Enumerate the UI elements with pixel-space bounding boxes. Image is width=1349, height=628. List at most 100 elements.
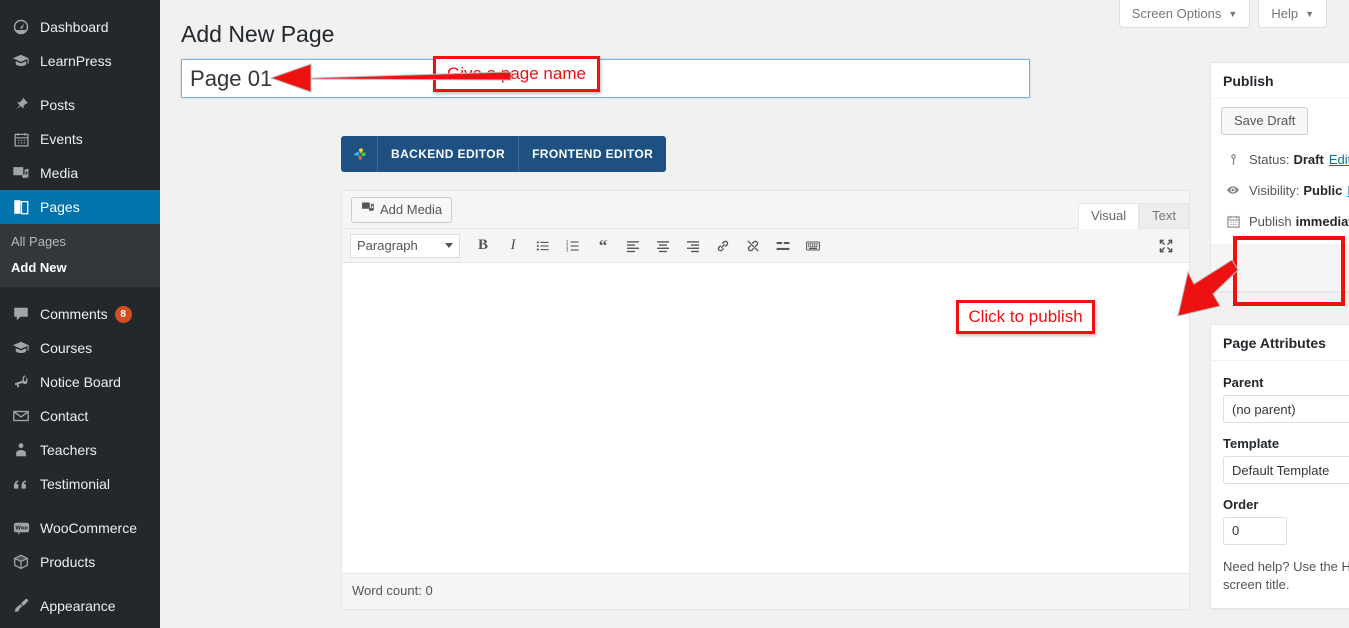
- editor-mode-tabs: Visual Text: [1078, 203, 1189, 229]
- order-input[interactable]: 0: [1223, 517, 1287, 545]
- sidebar-item-media[interactable]: Media: [0, 156, 160, 190]
- sidebar-item-posts[interactable]: Posts: [0, 88, 160, 122]
- calendar-icon: [1223, 212, 1243, 230]
- sidebar-item-label: Comments: [40, 297, 108, 331]
- italic-label: I: [511, 237, 516, 254]
- page-title: Add New Page: [181, 20, 334, 49]
- align-left-icon[interactable]: [618, 233, 648, 259]
- paragraph-format-select[interactable]: Paragraph: [350, 234, 460, 258]
- calendar-icon: [11, 129, 31, 149]
- sidebar-item-label: WooCommerce: [40, 511, 137, 545]
- add-media-button[interactable]: Add Media: [351, 197, 452, 223]
- admin-sidebar: Dashboard LearnPress Posts Events: [0, 0, 160, 628]
- tab-visual[interactable]: Visual: [1078, 203, 1139, 229]
- frontend-editor-tab[interactable]: FRONTEND EDITOR: [518, 136, 666, 172]
- toolbar-toggle-icon[interactable]: [798, 233, 828, 259]
- sidebar-item-label: Media: [40, 156, 78, 190]
- blockquote-icon[interactable]: “: [588, 233, 618, 259]
- sidebar-item-notice-board[interactable]: Notice Board: [0, 365, 160, 399]
- brush-icon: [11, 596, 31, 616]
- submenu-item-add-new[interactable]: Add New: [0, 255, 160, 281]
- align-center-icon[interactable]: [648, 233, 678, 259]
- sidebar-item-pages[interactable]: Pages: [0, 190, 160, 224]
- page-attributes-help: Need help? Use the Help tab above the sc…: [1223, 558, 1349, 594]
- save-draft-label: Save Draft: [1234, 113, 1295, 128]
- vc-editor-switcher: BACKEND EDITOR FRONTEND EDITOR: [341, 136, 666, 172]
- post-schedule-row: Publish immediately Edit: [1221, 205, 1349, 236]
- help-button[interactable]: Help ▼: [1258, 0, 1327, 28]
- sidebar-item-label: Events: [40, 122, 83, 156]
- chevron-down-icon: ▼: [1228, 0, 1237, 28]
- sidebar-item-products[interactable]: Products: [0, 545, 160, 579]
- status-label: Status:: [1249, 152, 1289, 167]
- sidebar-item-contact[interactable]: Contact: [0, 399, 160, 433]
- numbered-list-icon[interactable]: 123: [558, 233, 588, 259]
- sidebar-item-label: Posts: [40, 88, 75, 122]
- pages-icon: [11, 197, 31, 217]
- distraction-free-icon[interactable]: [1153, 233, 1179, 259]
- parent-label: Parent: [1223, 375, 1349, 390]
- link-icon[interactable]: [708, 233, 738, 259]
- page-attributes-body: Parent (no parent) Template Default Temp…: [1211, 361, 1349, 608]
- wpbakery-logo-icon: [341, 136, 378, 172]
- sidebar-item-dashboard[interactable]: Dashboard: [0, 10, 160, 44]
- align-right-icon[interactable]: [678, 233, 708, 259]
- graduation-cap-icon: [11, 338, 31, 358]
- annotation-arrow-title: [265, 56, 515, 100]
- unlink-icon[interactable]: [738, 233, 768, 259]
- sidebar-item-woocommerce[interactable]: Woo WooCommerce: [0, 511, 160, 545]
- bold-icon[interactable]: B: [468, 233, 498, 259]
- sidebar-item-label: LearnPress: [40, 44, 112, 78]
- megaphone-icon: [11, 372, 31, 392]
- backend-editor-label: BACKEND EDITOR: [391, 147, 505, 161]
- frontend-editor-label: FRONTEND EDITOR: [532, 147, 653, 161]
- tab-text-label: Text: [1152, 208, 1176, 223]
- submenu-item-all-pages[interactable]: All Pages: [0, 229, 160, 255]
- template-select[interactable]: Default Template: [1223, 456, 1349, 484]
- bulleted-list-icon[interactable]: [528, 233, 558, 259]
- edit-status-link[interactable]: Edit: [1329, 152, 1349, 167]
- parent-select[interactable]: (no parent): [1223, 395, 1349, 423]
- sidebar-separator: [0, 287, 160, 297]
- schedule-label: Publish: [1249, 214, 1292, 229]
- graduation-cap-icon: [11, 51, 31, 71]
- sidebar-item-label: Contact: [40, 399, 88, 433]
- tab-visual-label: Visual: [1091, 208, 1126, 223]
- screen-options-label: Screen Options: [1132, 0, 1222, 28]
- backend-editor-tab[interactable]: BACKEND EDITOR: [378, 136, 518, 172]
- pin-marker-icon: [1223, 150, 1243, 168]
- schedule-value: immediately: [1296, 214, 1349, 229]
- user-icon: [11, 440, 31, 460]
- wordpress-admin-screen: Dashboard LearnPress Posts Events: [0, 0, 1349, 628]
- parent-value: (no parent): [1232, 402, 1296, 417]
- sidebar-item-events[interactable]: Events: [0, 122, 160, 156]
- sidebar-item-testimonial[interactable]: Testimonial: [0, 467, 160, 501]
- post-visibility-row: Visibility: Public Edit: [1221, 174, 1349, 205]
- sidebar-item-label: Testimonial: [40, 467, 110, 501]
- sidebar-item-appearance[interactable]: Appearance: [0, 589, 160, 623]
- quote-icon: [11, 474, 31, 494]
- tab-text[interactable]: Text: [1139, 203, 1189, 229]
- page-attributes-header: Page Attributes: [1211, 325, 1349, 361]
- paragraph-format-value: Paragraph: [357, 238, 418, 253]
- dashboard-icon: [11, 17, 31, 37]
- sidebar-item-label: Products: [40, 545, 95, 579]
- screen-options-button[interactable]: Screen Options ▼: [1119, 0, 1251, 28]
- add-media-label: Add Media: [380, 198, 442, 222]
- annotation-callout-publish-text: Click to publish: [968, 307, 1082, 327]
- sidebar-item-teachers[interactable]: Teachers: [0, 433, 160, 467]
- sidebar-item-courses[interactable]: Courses: [0, 331, 160, 365]
- editor-format-toolbar: Paragraph B I 123 “: [342, 229, 1189, 263]
- sidebar-item-comments[interactable]: Comments 8: [0, 297, 160, 331]
- svg-text:3: 3: [566, 247, 569, 253]
- blockquote-label: “: [599, 241, 608, 251]
- pin-icon: [11, 95, 31, 115]
- save-draft-button[interactable]: Save Draft: [1221, 107, 1308, 135]
- sidebar-item-learnpress[interactable]: LearnPress: [0, 44, 160, 78]
- submenu-item-label: Add New: [11, 260, 67, 275]
- svg-text:Woo: Woo: [15, 525, 28, 531]
- read-more-icon[interactable]: [768, 233, 798, 259]
- italic-icon[interactable]: I: [498, 233, 528, 259]
- sidebar-item-label: Appearance: [40, 589, 116, 623]
- post-editor: Add Media Visual Text Paragraph: [341, 190, 1190, 610]
